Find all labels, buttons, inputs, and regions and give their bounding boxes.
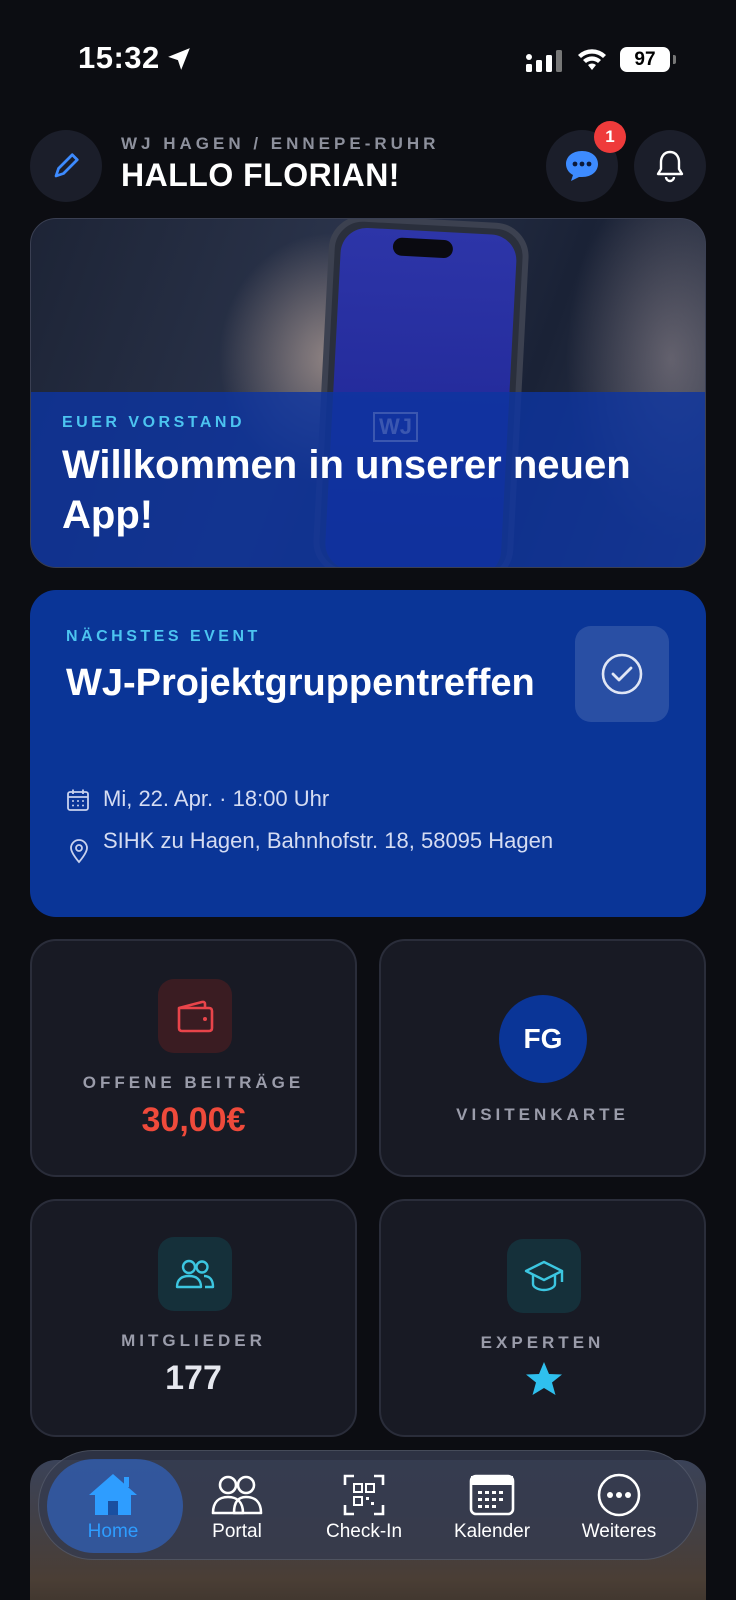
open-fees-label: OFFENE BEITRÄGE [82,1073,305,1092]
people-icon [175,1259,215,1289]
event-date: Mi, 22. Apr. · 18:00 Uhr [103,786,330,811]
open-fees-tile[interactable]: OFFENE BEITRÄGE 30,00€ [30,939,357,1177]
tab-home[interactable]: Home [53,1451,173,1561]
page-title: HALLO FLORIAN! [121,157,400,193]
people-icon [211,1475,263,1515]
experts-icon-box [507,1239,581,1313]
location-pin-icon [70,839,88,864]
status-time: 15:32 [78,40,160,75]
welcome-title: Willkommen in unserer neuen App! [62,443,631,537]
notifications-button[interactable] [634,130,706,202]
battery-indicator: 97 [620,47,676,72]
edit-button[interactable] [30,130,102,202]
welcome-overlay: WJ EUER VORSTAND Willkommen in unserer n… [31,392,705,567]
more-icon [597,1473,641,1517]
tab-checkin[interactable]: Check-In [304,1451,424,1561]
bell-icon [656,150,684,183]
star-icon [526,1362,562,1395]
check-circle-icon [601,653,643,695]
event-location: SIHK zu Hagen, Bahnhofstr. 18, 58095 Hag… [103,828,554,853]
members-icon-box [158,1237,232,1311]
business-card-tile[interactable]: FG VISITENKARTE [379,939,706,1177]
welcome-card[interactable]: WJ EUER VORSTAND Willkommen in unserer n… [30,218,706,568]
home-icon [89,1474,137,1515]
experts-label: EXPERTEN [480,1333,605,1352]
business-card-label: VISITENKARTE [456,1105,629,1124]
tab-portal-label: Portal [212,1521,262,1542]
calendar-icon [469,1474,515,1516]
graduation-cap-icon [524,1260,564,1292]
experts-tile[interactable]: EXPERTEN [379,1199,706,1437]
tab-more-label: Weiteres [581,1521,657,1542]
event-checkin-button[interactable] [575,626,669,722]
tab-bar: Home Portal Check-In Kalender Weiteres [38,1450,698,1560]
location-arrow-icon [168,48,190,70]
tab-more[interactable]: Weiteres [559,1451,679,1561]
pencil-icon [54,153,79,178]
tab-home-label: Home [87,1521,139,1542]
tab-calendar-label: Kalender [453,1521,531,1542]
calendar-small-icon [67,789,89,811]
wifi-icon [578,49,606,70]
members-tile[interactable]: MITGLIEDER 177 [30,1199,357,1437]
next-event-card[interactable]: NÄCHSTES EVENT WJ-Projektgruppentreffen … [30,590,706,917]
organization-name: WJ HAGEN / ENNEPE-RUHR [121,134,440,153]
chat-bubble-icon [566,151,598,181]
wallet-icon [177,1000,214,1033]
wallet-icon-box [158,979,232,1053]
qr-scan-icon [343,1474,385,1516]
event-tag: NÄCHSTES EVENT [66,628,261,645]
chat-notification-badge: 1 [594,121,626,153]
avatar: FG [499,995,587,1083]
members-count: 177 [165,1359,222,1397]
cellular-signal-icon [526,50,562,72]
open-fees-value: 30,00€ [141,1101,246,1139]
wj-logo-watermark: WJ [373,412,418,442]
tab-calendar[interactable]: Kalender [432,1451,552,1561]
tab-checkin-label: Check-In [325,1521,403,1542]
tab-portal[interactable]: Portal [177,1451,297,1561]
welcome-tag: EUER VORSTAND [62,414,245,431]
status-bar: 15:32 97 [0,0,736,120]
event-title: WJ-Projektgruppentreffen [66,662,535,704]
members-label: MITGLIEDER [121,1331,266,1350]
